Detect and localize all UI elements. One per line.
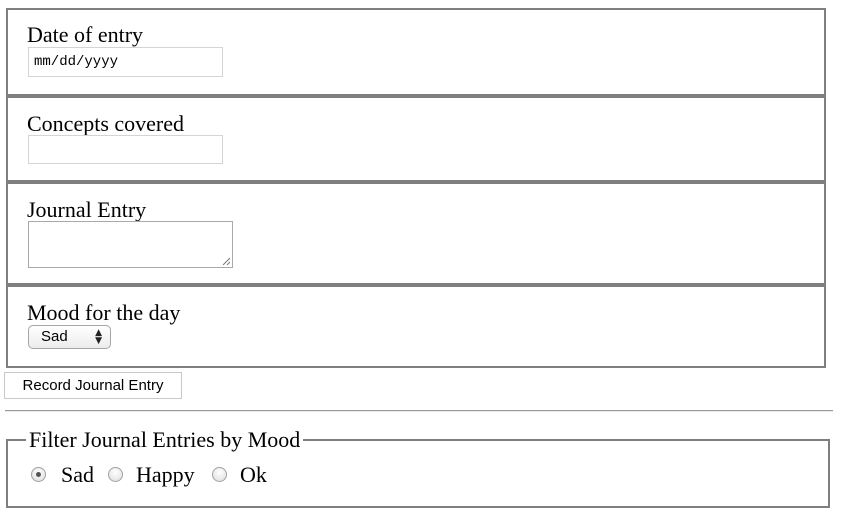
radio-ok[interactable] <box>212 467 227 482</box>
date-label: Date of entry <box>27 22 144 47</box>
concepts-label: Concepts covered <box>27 111 184 136</box>
concepts-input[interactable] <box>28 135 223 164</box>
filter-legend: Filter Journal Entries by Mood <box>26 428 304 452</box>
concepts-fieldset: Concepts covered <box>6 96 826 182</box>
radio-happy-label[interactable]: Happy <box>136 463 195 487</box>
date-input[interactable]: mm/dd/yyyy <box>28 47 223 77</box>
mood-fieldset: Mood for the day Sad ▲ ▼ <box>6 285 826 368</box>
mood-select-value: Sad <box>41 328 68 345</box>
divider <box>5 410 833 412</box>
journal-textarea[interactable] <box>28 221 233 268</box>
radio-ok-label[interactable]: Ok <box>240 463 267 487</box>
updown-arrows-icon: ▲ ▼ <box>95 328 102 346</box>
date-fieldset: Date of entry mm/dd/yyyy <box>6 8 826 96</box>
resize-grip-icon[interactable] <box>222 257 230 265</box>
mood-select[interactable]: Sad ▲ ▼ <box>28 325 111 349</box>
radio-sad[interactable] <box>31 467 46 482</box>
journal-fieldset: Journal Entry <box>6 182 826 285</box>
radio-sad-label[interactable]: Sad <box>61 463 94 487</box>
mood-label: Mood for the day <box>27 300 181 325</box>
record-entry-button[interactable]: Record Journal Entry <box>4 372 182 399</box>
radio-happy[interactable] <box>108 467 123 482</box>
journal-label: Journal Entry <box>27 197 147 222</box>
